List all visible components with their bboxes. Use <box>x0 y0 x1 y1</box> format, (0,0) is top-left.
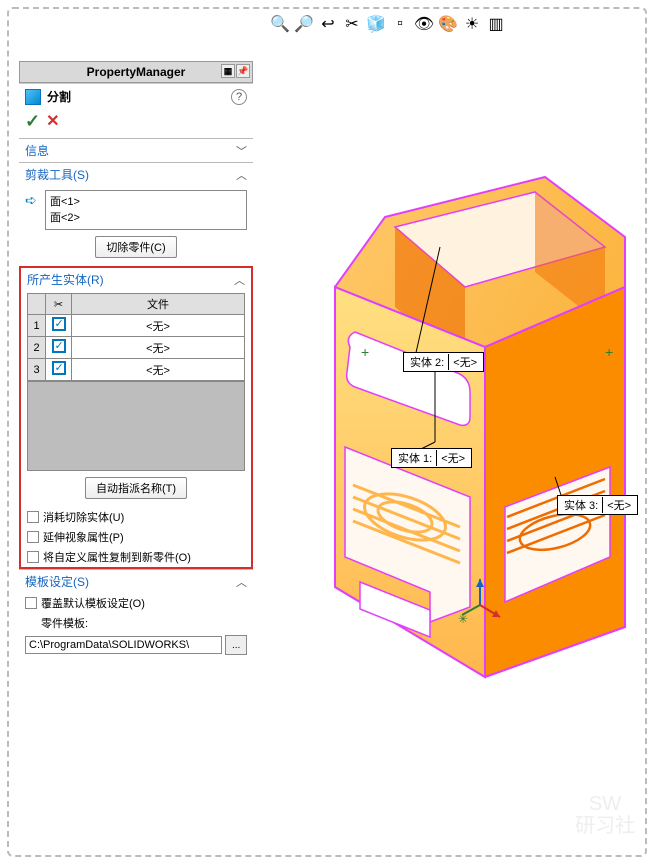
cut-part-button[interactable]: 切除零件(C) <box>95 236 176 258</box>
template-path-input[interactable] <box>25 636 222 654</box>
callout-body-3[interactable]: 实体 3: <无> <box>557 495 638 515</box>
scene-icon[interactable]: ☀ <box>461 13 483 35</box>
appearance-icon[interactable]: 🎨 <box>437 13 459 35</box>
pm-header: PropertyManager ▦ 📌 <box>19 61 253 83</box>
file-cell[interactable]: <无> <box>72 315 245 337</box>
body-checkbox[interactable] <box>46 359 72 381</box>
callout-body-2[interactable]: 实体 2: <无> <box>403 352 484 372</box>
cancel-button[interactable]: ✕ <box>46 111 59 132</box>
section-view-icon[interactable]: ✂ <box>341 13 363 35</box>
svg-text:✳: ✳ <box>458 612 468 626</box>
prev-view-icon[interactable]: ↩ <box>317 13 339 35</box>
trim-selection-list[interactable]: 面<1> 面<2> <box>45 190 247 230</box>
table-row: 2 <无> <box>28 337 245 359</box>
graphics-viewport[interactable]: + + ✳ 实体 2: <无> 实体 1: <无> <box>255 47 643 853</box>
svg-text:+: + <box>361 344 369 360</box>
view-settings-icon[interactable]: ▥ <box>485 13 507 35</box>
file-cell[interactable]: <无> <box>72 359 245 381</box>
display-style-icon[interactable]: ▫ <box>389 13 411 35</box>
override-template-checkbox[interactable] <box>25 597 37 609</box>
body-checkbox[interactable] <box>46 337 72 359</box>
callout-body-1[interactable]: 实体 1: <无> <box>391 448 472 468</box>
zoom-fit-icon[interactable]: 🔍 <box>269 13 291 35</box>
template-label: 零件模板: <box>41 615 88 631</box>
help-icon[interactable]: ? <box>231 89 247 105</box>
file-cell[interactable]: <无> <box>72 337 245 359</box>
body-checkbox[interactable] <box>46 315 72 337</box>
heads-up-toolbar: 🔍 🔎 ↩ ✂ 🧊 ▫ 👁 🎨 ☀ ▥ <box>269 13 507 35</box>
selection-arrow-icon: ➪ <box>25 192 39 206</box>
consume-checkbox[interactable] <box>27 511 39 523</box>
chevron-down-icon: ﹀ <box>236 143 247 159</box>
table-row: 1 <无> <box>28 315 245 337</box>
bodies-table: ✂ 文件 1 <无> 2 <无> 3 <box>27 293 245 381</box>
auto-assign-button[interactable]: 自动指派名称(T) <box>85 477 187 499</box>
section-info[interactable]: 信息 ﹀ <box>19 139 253 162</box>
file-column-header: 文件 <box>72 294 245 315</box>
section-template[interactable]: 模板设定(S) ︿ <box>19 570 253 593</box>
feature-name: 分割 <box>47 88 231 105</box>
hide-show-icon[interactable]: 👁 <box>413 13 435 35</box>
ok-button[interactable]: ✓ <box>25 111 40 132</box>
chevron-up-icon: ︿ <box>234 272 245 288</box>
table-empty-area <box>27 381 245 471</box>
chevron-up-icon: ︿ <box>236 574 247 590</box>
section-resulting-bodies[interactable]: 所产生实体(R) ︿ <box>21 268 251 291</box>
keep-visible-icon[interactable]: ▦ <box>221 64 235 78</box>
browse-button[interactable]: ... <box>225 635 247 655</box>
pm-title: PropertyManager <box>87 65 186 79</box>
zoom-area-icon[interactable]: 🔎 <box>293 13 315 35</box>
split-feature-icon <box>25 89 41 105</box>
chevron-up-icon: ︿ <box>236 167 247 183</box>
scissors-icon[interactable]: ✂ <box>46 294 72 315</box>
propagate-checkbox[interactable] <box>27 531 39 543</box>
table-row: 3 <无> <box>28 359 245 381</box>
svg-text:+: + <box>605 344 613 360</box>
copy-props-checkbox[interactable] <box>27 551 39 563</box>
pushpin-icon[interactable]: 📌 <box>236 64 250 78</box>
watermark: SW 研习社 <box>575 793 635 837</box>
section-trim-tools[interactable]: 剪裁工具(S) ︿ <box>19 163 253 186</box>
view-orient-icon[interactable]: 🧊 <box>365 13 387 35</box>
property-manager-panel: PropertyManager ▦ 📌 分割 ? ✓ ✕ 信息 ﹀ 剪裁工具(S… <box>19 61 253 657</box>
